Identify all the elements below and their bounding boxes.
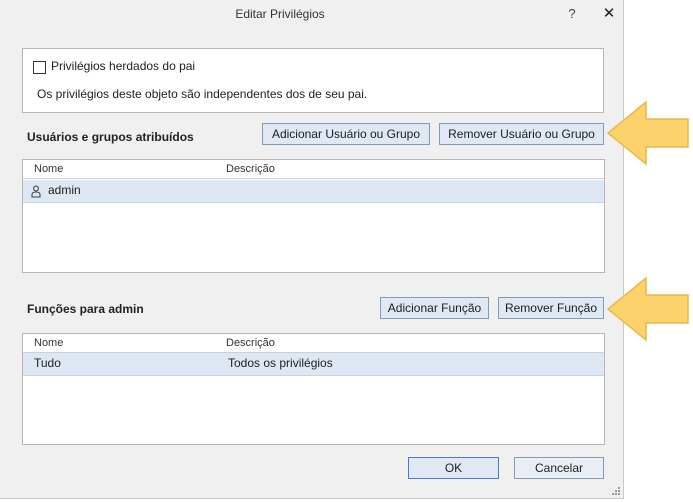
- ok-button[interactable]: OK: [408, 457, 499, 479]
- users-grid: Nome Descrição admin: [22, 159, 605, 273]
- roles-section-label: Funções para admin: [27, 302, 144, 316]
- role-name-cell: Tudo: [34, 356, 61, 370]
- table-row[interactable]: Tudo Todos os privilégios: [23, 353, 604, 376]
- roles-grid-header: Nome Descrição: [23, 334, 604, 353]
- resize-grip-icon[interactable]: [611, 486, 621, 496]
- table-row[interactable]: admin: [23, 180, 604, 203]
- user-icon: [31, 185, 41, 198]
- users-section-label: Usuários e grupos atribuídos: [27, 130, 194, 144]
- remove-user-or-group-button[interactable]: Remover Usuário ou Grupo: [439, 123, 604, 145]
- dialog-title: Editar Privilégios: [235, 7, 325, 21]
- users-grid-header: Nome Descrição: [23, 160, 604, 179]
- close-button[interactable]: ✕: [598, 4, 620, 24]
- inheritance-panel: Privilégios herdados do pai Os privilégi…: [22, 48, 604, 113]
- add-role-button[interactable]: Adicionar Função: [380, 297, 489, 319]
- help-button[interactable]: ?: [562, 4, 582, 24]
- cancel-button[interactable]: Cancelar: [514, 457, 604, 479]
- highlight-arrow-icon: [606, 100, 689, 166]
- remove-role-button[interactable]: Remover Função: [498, 297, 604, 319]
- inherit-checkbox-label[interactable]: Privilégios herdados do pai: [51, 59, 195, 73]
- edit-privileges-dialog: Editar Privilégios ? ✕ Privilégios herda…: [0, 0, 624, 499]
- role-description-cell: Todos os privilégios: [228, 356, 333, 370]
- user-name-cell: admin: [48, 183, 81, 197]
- inherit-description: Os privilégios deste objeto são independ…: [37, 87, 368, 101]
- inherit-checkbox[interactable]: [33, 61, 46, 74]
- column-header-name[interactable]: Nome: [34, 163, 63, 175]
- add-user-or-group-button[interactable]: Adicionar Usuário ou Grupo: [262, 123, 430, 145]
- column-header-description[interactable]: Descrição: [226, 337, 275, 349]
- roles-grid: Nome Descrição Tudo Todos os privilégios: [22, 333, 605, 445]
- column-header-description[interactable]: Descrição: [226, 163, 275, 175]
- highlight-arrow-icon: [606, 276, 689, 342]
- column-header-name[interactable]: Nome: [34, 337, 63, 349]
- title-bar: Editar Privilégios ? ✕: [0, 0, 623, 28]
